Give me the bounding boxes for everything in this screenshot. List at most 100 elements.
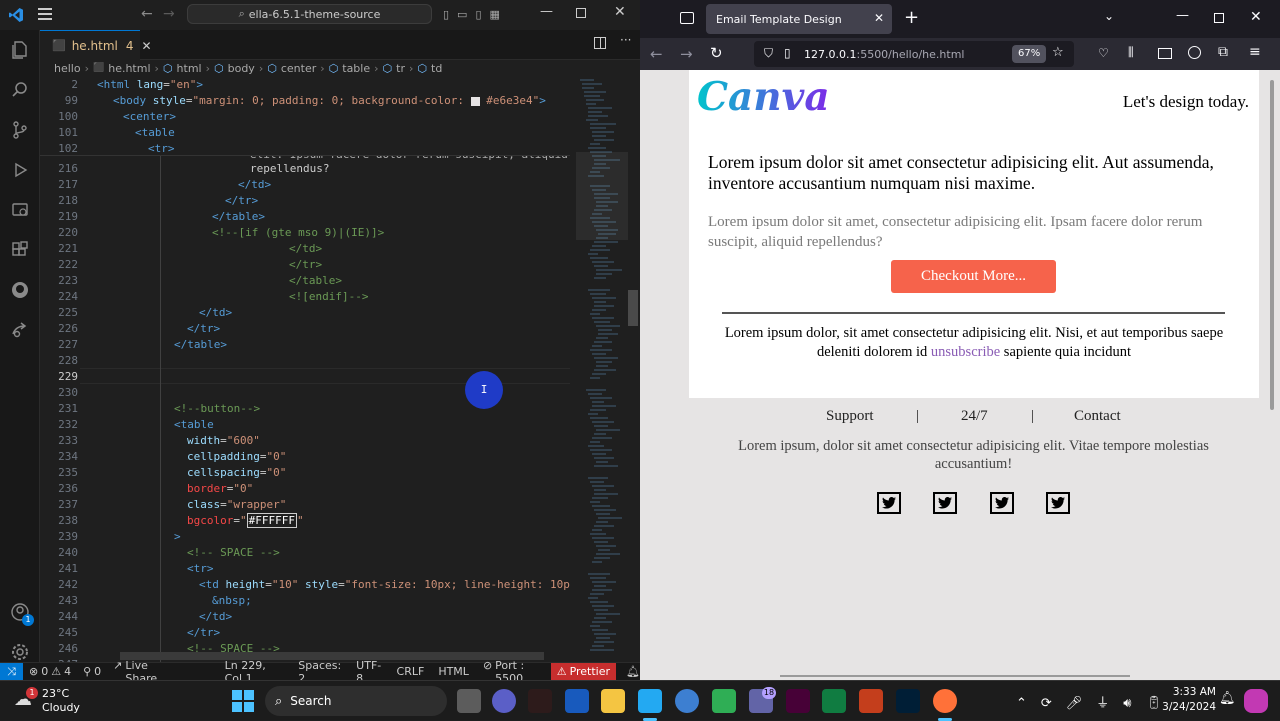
- vscode-window: ← → ⌕ ella-6.5.1-theme-source ▯▭▯▦ — ✕ 1…: [0, 0, 640, 685]
- qbittorrent-icon[interactable]: [675, 689, 699, 713]
- problems-indicator[interactable]: ⊗ 0 ⚠ 4: [29, 665, 71, 678]
- url-bar[interactable]: ⛉ ▯ 127.0.0.1:5500/hello/he.html 67% ☆: [754, 41, 1074, 67]
- menu-icon[interactable]: ≡: [1249, 44, 1261, 60]
- maximize-button[interactable]: [1214, 13, 1224, 23]
- sticky-line: <html lang="en">: [97, 78, 203, 91]
- checkout-button[interactable]: Checkout More...: [891, 260, 1056, 293]
- horizontal-scrollbar[interactable]: [780, 675, 1130, 677]
- split-editor-icon[interactable]: [594, 37, 606, 49]
- game-app-icon[interactable]: [528, 689, 552, 713]
- file-explorer-icon[interactable]: [601, 689, 625, 713]
- minimize-button[interactable]: —: [540, 4, 553, 19]
- extensions-icon[interactable]: ⧉: [1218, 44, 1228, 60]
- github-icon[interactable]: [0, 270, 40, 310]
- breadcrumb-item[interactable]: table: [342, 62, 370, 75]
- copilot-icon[interactable]: [1244, 689, 1268, 713]
- notification-bell-icon[interactable]: 🔔︎: [1219, 691, 1236, 706]
- contact-link[interactable]: Contact: [1074, 408, 1121, 425]
- tag-icon: ⬡: [162, 61, 173, 75]
- vertical-scrollbar[interactable]: [628, 290, 638, 326]
- task-view-icon[interactable]: [457, 689, 481, 713]
- firefox-icon[interactable]: [933, 689, 957, 713]
- minimap[interactable]: [576, 76, 628, 662]
- breadcrumb-item[interactable]: hello: [54, 62, 81, 75]
- footer-links: Support | 24/7 | Contact: [776, 408, 1176, 428]
- bookmark-star-icon[interactable]: ☆: [1052, 45, 1064, 60]
- pocket-icon[interactable]: ♡: [1098, 46, 1109, 60]
- support-link[interactable]: Support: [826, 408, 874, 425]
- line-number: 239: [58, 530, 78, 543]
- remote-indicator[interactable]: ⤨: [0, 662, 24, 681]
- layout-icons[interactable]: ▯▭▯▦: [443, 8, 508, 21]
- explorer-icon[interactable]: [0, 30, 40, 70]
- back-button[interactable]: ←: [650, 45, 663, 63]
- twitter-icon[interactable]: [877, 492, 901, 514]
- language-mode[interactable]: HTML: [438, 665, 469, 678]
- list-tabs-icon[interactable]: ⌄: [1104, 9, 1114, 23]
- forward-arrow-icon[interactable]: →: [163, 6, 175, 22]
- twitter-icon[interactable]: [990, 492, 1014, 514]
- unsubscribe-link[interactable]: unsubscribe: [931, 344, 1000, 360]
- breadcrumb-item[interactable]: td: [431, 62, 442, 75]
- tab-he-html[interactable]: ⬛ he.html 4 ✕: [40, 30, 152, 60]
- library-icon[interactable]: ⫼: [1128, 45, 1134, 60]
- sticky-line: <tr>: [148, 142, 175, 155]
- breadcrumb-item[interactable]: tr: [396, 62, 405, 75]
- tab-overview-icon[interactable]: [680, 12, 694, 24]
- extensions-icon[interactable]: [0, 230, 40, 270]
- close-tab-icon[interactable]: ✕: [874, 11, 884, 25]
- error-icon: ⊗: [29, 665, 39, 678]
- twitter-icon[interactable]: [1046, 492, 1070, 514]
- weather-widget[interactable]: ☁ 1 23°C Cloudy: [14, 687, 104, 715]
- clock[interactable]: 3:33 AM 3/24/2024: [1160, 685, 1216, 715]
- remote-explorer-icon[interactable]: [0, 190, 40, 230]
- notifications-bell-icon[interactable]: 🔔︎: [626, 665, 640, 678]
- browser-tab-strip: Email Template Design ✕ + ⌄ — ✕: [640, 0, 1280, 38]
- source-control-icon[interactable]: [0, 110, 40, 150]
- breadcrumb-item[interactable]: center: [281, 62, 316, 75]
- taskbar-search[interactable]: ⌕ Search: [265, 686, 447, 716]
- windows-start-icon[interactable]: [232, 690, 254, 712]
- prettier-status[interactable]: ⚠ Prettier: [550, 662, 617, 681]
- end-of-line[interactable]: CRLF: [397, 665, 425, 678]
- twitter-icon[interactable]: [933, 492, 957, 514]
- reload-button[interactable]: ↻: [710, 44, 723, 62]
- code-editor[interactable]: 2 <html lang="en"> 99 <body style="margi…: [40, 76, 570, 662]
- run-debug-icon[interactable]: [0, 150, 40, 190]
- tray-icons[interactable]: ⌃⟳🎤︎⏚🔊︎🔋︎: [1016, 692, 1176, 711]
- live-share-icon[interactable]: [0, 310, 40, 350]
- close-tab-icon[interactable]: ✕: [141, 39, 151, 53]
- photoshop-icon[interactable]: [896, 689, 920, 713]
- minimize-button[interactable]: —: [1176, 8, 1189, 23]
- zoom-level[interactable]: 67%: [1012, 45, 1047, 63]
- word-icon[interactable]: [565, 689, 589, 713]
- forward-button[interactable]: →: [680, 45, 693, 63]
- account-icon[interactable]: 1: [0, 592, 40, 632]
- ports-indicator[interactable]: ⚲ 0: [83, 665, 101, 678]
- maximize-button[interactable]: [576, 8, 586, 18]
- powerpoint-icon[interactable]: [859, 689, 883, 713]
- page-scrollbar[interactable]: [1270, 80, 1274, 410]
- chat-icon[interactable]: [492, 689, 516, 713]
- close-window-button[interactable]: ✕: [1250, 9, 1262, 25]
- camtasia-icon[interactable]: [712, 689, 736, 713]
- code-line: cellspacing="0": [187, 466, 287, 479]
- code-line: &nbsp;: [212, 594, 252, 607]
- account-icon[interactable]: [1188, 46, 1201, 59]
- search-icon[interactable]: [0, 70, 40, 110]
- more-actions-icon[interactable]: ···: [620, 33, 631, 47]
- sidebar-icon[interactable]: [1158, 48, 1172, 59]
- breadcrumb-item[interactable]: body: [228, 62, 255, 75]
- xd-icon[interactable]: [786, 689, 810, 713]
- availability-link[interactable]: 24/7: [961, 408, 988, 425]
- excel-icon[interactable]: [822, 689, 846, 713]
- browser-tab[interactable]: Email Template Design ✕: [706, 4, 892, 34]
- command-center-search[interactable]: ⌕ ella-6.5.1-theme-source: [187, 4, 432, 24]
- breadcrumb-item[interactable]: html: [177, 62, 202, 75]
- back-arrow-icon[interactable]: ←: [141, 6, 153, 22]
- close-window-button[interactable]: ✕: [614, 4, 626, 20]
- breadcrumb-item[interactable]: he.html: [108, 62, 150, 75]
- menu-icon[interactable]: [38, 8, 52, 20]
- vscode-taskbar-icon[interactable]: [638, 689, 662, 713]
- new-tab-button[interactable]: +: [904, 7, 919, 28]
